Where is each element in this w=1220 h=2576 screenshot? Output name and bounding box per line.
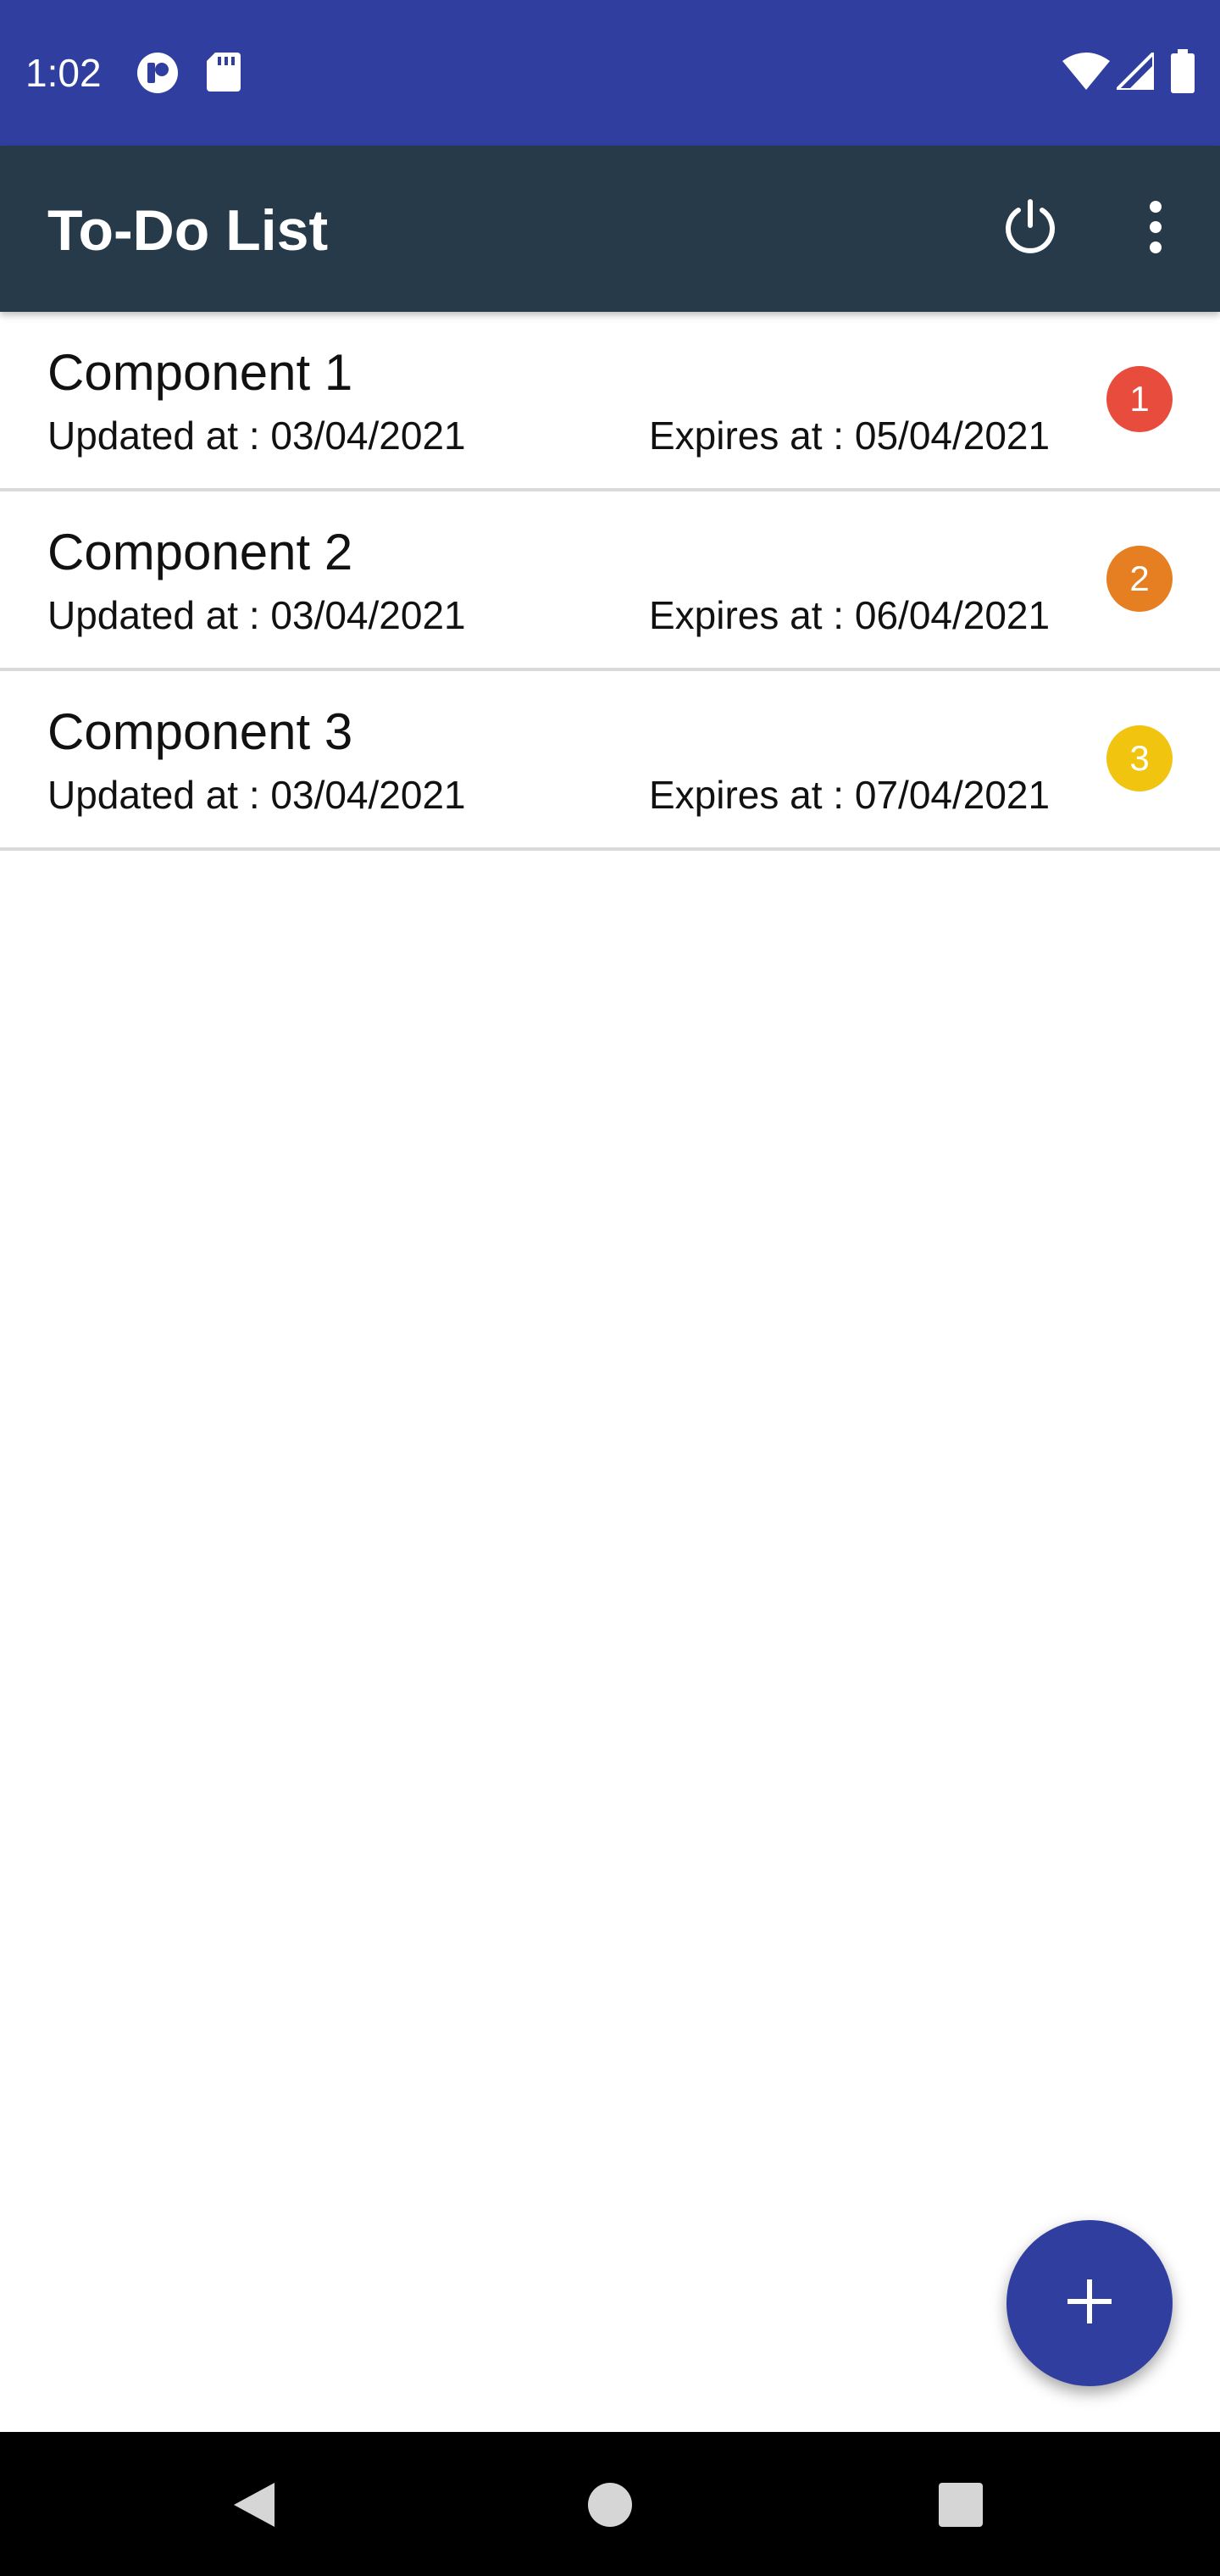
list-item[interactable]: Component 3 Updated at : 03/04/2021 Expi… xyxy=(0,671,1220,851)
list-item[interactable]: Component 1 Updated at : 03/04/2021 Expi… xyxy=(0,312,1220,491)
power-icon xyxy=(1001,198,1059,260)
overflow-menu-button[interactable] xyxy=(1112,185,1200,273)
recents-icon xyxy=(937,2481,984,2533)
more-vert-icon xyxy=(1147,200,1164,258)
add-todo-button[interactable] xyxy=(1006,2220,1173,2386)
cell-signal-icon xyxy=(1112,48,1156,94)
todo-title: Component 1 xyxy=(47,344,353,401)
plus-icon xyxy=(1066,2278,1113,2329)
media-icon xyxy=(136,51,180,99)
recents-button[interactable] xyxy=(920,2466,1001,2547)
app-title: To-Do List xyxy=(47,198,329,263)
priority-badge: 3 xyxy=(1106,725,1173,791)
list-item[interactable]: Component 2 Updated at : 03/04/2021 Expi… xyxy=(0,491,1220,671)
screen: 1:02 To-Do List Component 1 Updated at:… xyxy=(0,0,1220,2576)
expires-at-text: Expires at : 06/04/2021 xyxy=(649,593,1051,637)
power-button[interactable] xyxy=(986,185,1074,273)
wifi-icon xyxy=(1062,53,1110,94)
expires-at-text: Expires at : 07/04/2021 xyxy=(649,773,1051,817)
priority-badge: 1 xyxy=(1106,366,1173,432)
back-button[interactable] xyxy=(214,2466,295,2547)
updated-at-text: Updated at : 03/04/2021 xyxy=(47,414,466,458)
todo-title: Component 2 xyxy=(47,524,353,580)
battery-icon xyxy=(1171,49,1195,97)
todo-list: Component 1 Updated at : 03/04/2021 Expi… xyxy=(0,312,1220,851)
status-bar: 1:02 xyxy=(0,0,1220,146)
todo-title: Component 3 xyxy=(47,703,353,760)
home-button[interactable] xyxy=(569,2466,651,2547)
sd-card-icon xyxy=(207,53,241,96)
priority-badge: 2 xyxy=(1106,546,1173,612)
home-icon xyxy=(586,2481,634,2533)
status-time: 1:02 xyxy=(25,51,102,95)
app-bar: To-Do List xyxy=(0,146,1220,312)
back-icon xyxy=(229,2479,280,2534)
updated-at-text: Updated at : 03/04/2021 xyxy=(47,593,466,637)
expires-at-text: Expires at : 05/04/2021 xyxy=(649,414,1051,458)
updated-at-text: Updated at : 03/04/2021 xyxy=(47,773,466,817)
navigation-bar xyxy=(0,2432,1220,2576)
